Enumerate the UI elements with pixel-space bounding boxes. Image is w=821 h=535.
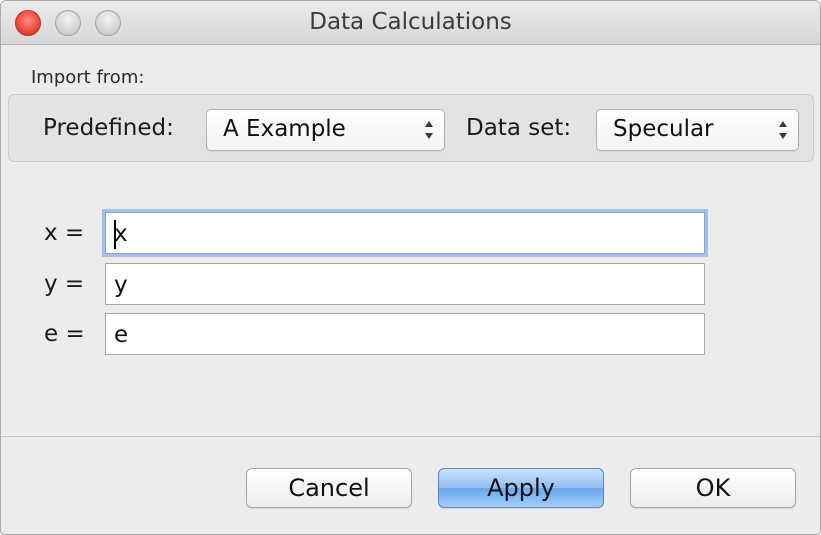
y-field-label: y = bbox=[44, 271, 85, 297]
import-from-label: Import from: bbox=[31, 67, 145, 88]
dataset-label: Data set: bbox=[466, 115, 572, 141]
import-group-box: Predefined: A Example Data set: Specular bbox=[8, 94, 814, 162]
dataset-popup-value: Specular bbox=[613, 116, 714, 142]
cancel-button[interactable]: Cancel bbox=[246, 468, 412, 508]
data-calculations-dialog: Data Calculations Import from: Predefine… bbox=[0, 0, 821, 535]
ok-button[interactable]: OK bbox=[630, 468, 796, 508]
x-field-label: x = bbox=[44, 220, 85, 246]
predefined-label: Predefined: bbox=[43, 115, 174, 141]
y-expression-input[interactable]: y bbox=[105, 263, 705, 305]
predefined-popup-value: A Example bbox=[223, 116, 346, 142]
dataset-popup[interactable]: Specular bbox=[596, 109, 799, 151]
button-separator bbox=[1, 436, 820, 437]
apply-button[interactable]: Apply bbox=[438, 468, 604, 508]
x-expression-value: x bbox=[114, 221, 128, 247]
up-down-arrows-icon bbox=[425, 121, 433, 139]
title-bar: Data Calculations bbox=[1, 1, 820, 45]
up-down-arrows-icon bbox=[779, 121, 787, 139]
e-field-label: e = bbox=[44, 321, 85, 347]
window-title: Data Calculations bbox=[309, 9, 512, 35]
e-expression-value: e bbox=[114, 322, 129, 348]
e-expression-input[interactable]: e bbox=[105, 313, 705, 355]
predefined-popup[interactable]: A Example bbox=[206, 109, 445, 151]
text-cursor bbox=[114, 220, 116, 249]
x-expression-input[interactable]: x bbox=[105, 212, 705, 254]
y-expression-value: y bbox=[114, 272, 128, 298]
